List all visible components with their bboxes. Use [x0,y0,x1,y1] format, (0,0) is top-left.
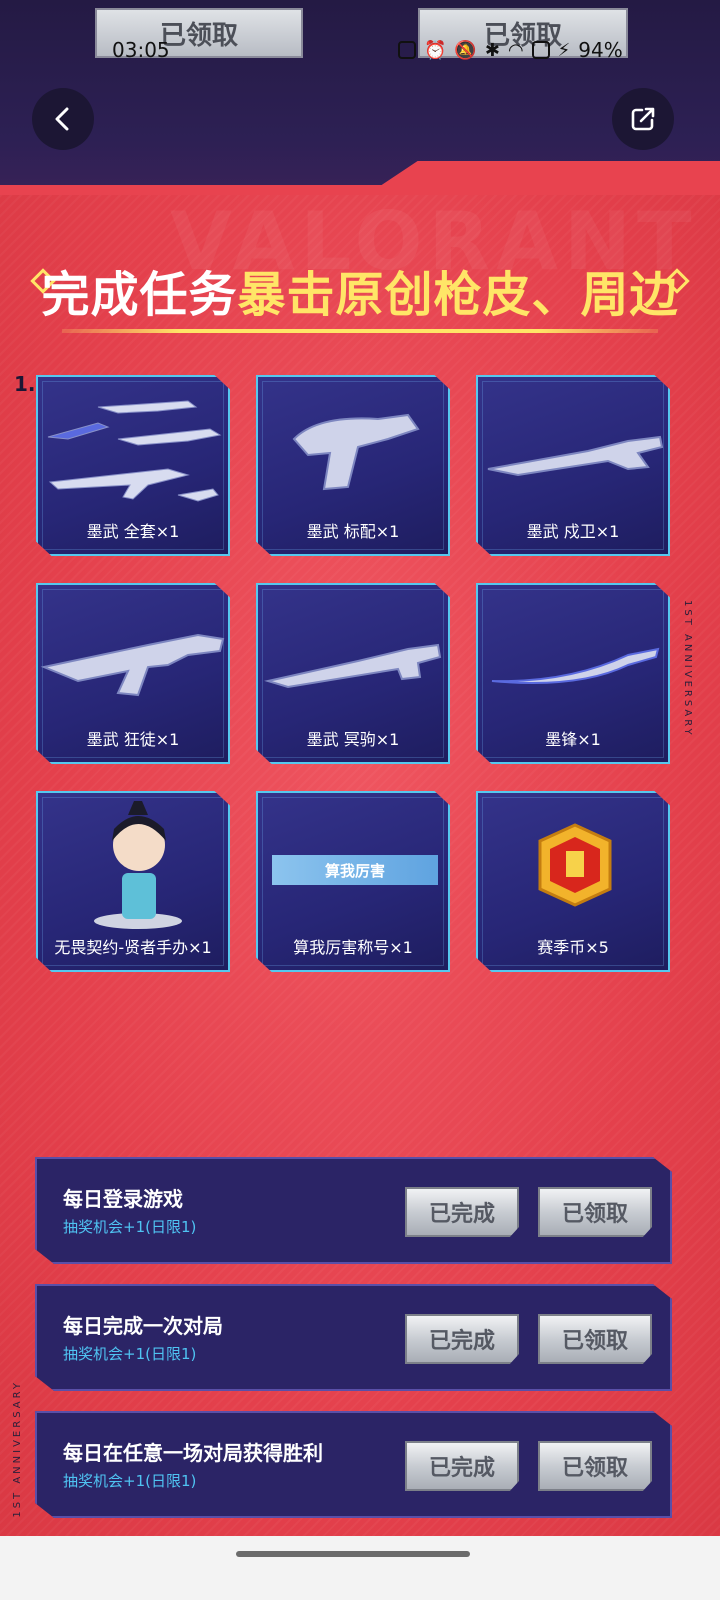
task-row-win: 每日在任意一场对局获得胜利 抽奖机会+1(日限1) 已完成 已领取 [35,1411,672,1518]
task-title: 每日在任意一场对局获得胜利 [63,1441,323,1465]
reward-label: 墨武 冥驹×1 [306,730,400,749]
status-time: 03:05 [112,38,170,62]
section-index: 1. [14,372,36,396]
reward-card-phantom[interactable]: 墨武 狂徒×1 [36,583,230,764]
task-reward: 抽奖机会+1(日限1) [63,1218,197,1236]
reward-card-marshal[interactable]: 墨武 冥驹×1 [256,583,450,764]
reward-label: 算我厉害称号×1 [293,938,413,957]
reward-label: 赛季币×5 [537,938,609,957]
reward-label: 无畏契约-贤者手办×1 [54,938,212,957]
reward-card-figure[interactable]: 无畏契约-贤者手办×1 [36,791,230,972]
reward-label: 墨武 戍卫×1 [526,522,620,541]
share-button[interactable] [612,88,674,150]
page-title: 完成任务 暴击原创枪皮、周边 [0,255,720,325]
task-row-login: 每日登录游戏 抽奖机会+1(日限1) 已完成 已领取 [35,1157,672,1264]
bottom-strip [0,1536,720,1600]
pistol-icon [292,413,420,491]
task-row-match: 每日完成一次对局 抽奖机会+1(日限1) 已完成 已领取 [35,1284,672,1391]
reward-label: 墨武 狂徒×1 [86,730,180,749]
title-yellow-part: 暴击原创枪皮、周边 [237,267,679,323]
sniper-icon [264,643,442,689]
charging-icon: ⚡ [557,39,571,61]
alarm-icon: ⏰ [424,39,447,61]
season-coin-icon [538,823,612,907]
wifi-icon: ◠ [507,39,524,61]
reward-card-guardian[interactable]: 墨武 戍卫×1 [476,375,670,556]
title-underline [62,329,658,333]
claimed-button[interactable]: 已领取 [538,1441,652,1491]
status-icons: ⏰ 🔕 ✱ ◠ ⚡ 94% [398,38,623,62]
side-text-right: 1ST ANNIVERSARY [682,600,693,738]
task-reward: 抽奖机会+1(日限1) [63,1345,197,1363]
claimed-button[interactable]: 已领取 [538,1187,652,1237]
nfc-icon [398,41,416,59]
back-icon [55,107,69,131]
title-white-part: 完成任务 [41,267,238,323]
task-title: 每日完成一次对局 [63,1314,223,1338]
completed-button[interactable]: 已完成 [405,1314,519,1364]
rifle-icon [487,435,664,477]
blade-icon [491,647,660,684]
sim-icon [531,41,550,59]
reward-card-blade[interactable]: 墨锋×1 [476,583,670,764]
completed-button[interactable]: 已完成 [405,1441,519,1491]
reward-label: 墨武 全套×1 [86,522,180,541]
reward-label: 墨锋×1 [545,730,601,749]
figure-icon [94,801,182,929]
reward-card-coin[interactable]: 赛季币×5 [476,791,670,972]
claimed-button[interactable]: 已领取 [538,1314,652,1364]
battery-level: 94% [578,38,623,62]
side-text-left: 1ST ANNIVERSARY [12,1380,23,1518]
reward-card-full-set[interactable]: 墨武 全套×1 [36,375,230,556]
home-indicator[interactable] [236,1551,470,1557]
completed-button[interactable]: 已完成 [405,1187,519,1237]
reward-label: 墨武 标配×1 [306,522,400,541]
weapon-set-icon [47,400,222,502]
share-icon [631,107,655,131]
task-title: 每日登录游戏 [63,1187,183,1211]
task-reward: 抽奖机会+1(日限1) [63,1472,197,1490]
reward-card-title[interactable]: 算我厉害 算我厉害称号×1 [256,791,450,972]
reward-card-classic[interactable]: 墨武 标配×1 [256,375,450,556]
title-banner: 算我厉害 [272,855,438,885]
rifle-icon [40,633,225,697]
bluetooth-icon: ✱ [484,39,500,61]
back-button[interactable] [32,88,94,150]
bell-icon: 🔕 [454,39,477,61]
